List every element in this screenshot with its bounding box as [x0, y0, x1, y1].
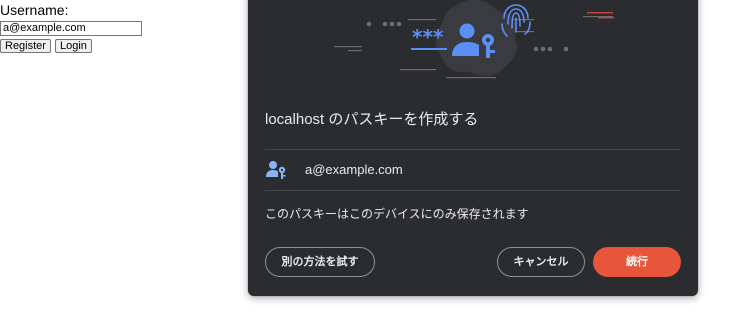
passkey-illustration: *** — [334, 0, 614, 79]
cancel-button[interactable]: キャンセル — [497, 247, 585, 277]
continue-button[interactable]: 続行 — [593, 247, 681, 277]
passkey-account-icon — [266, 161, 286, 179]
dialog-title: localhost のパスキーを作成する — [265, 111, 479, 128]
divider — [265, 190, 681, 191]
username-input[interactable] — [0, 21, 142, 36]
divider — [265, 149, 681, 150]
register-button[interactable]: Register — [0, 39, 51, 53]
try-another-way-button[interactable]: 別の方法を試す — [265, 247, 375, 277]
passkey-dialog: *** localhost のパスキーを作成する a@example.com こ… — [248, 0, 698, 296]
storage-note: このパスキーはこのデバイスにのみ保存されます — [265, 207, 529, 221]
username-label: Username: — [0, 2, 69, 18]
account-email: a@example.com — [305, 162, 403, 177]
login-button[interactable]: Login — [55, 39, 92, 53]
account-row: a@example.com — [265, 156, 680, 184]
svg-text:***: *** — [412, 25, 444, 49]
